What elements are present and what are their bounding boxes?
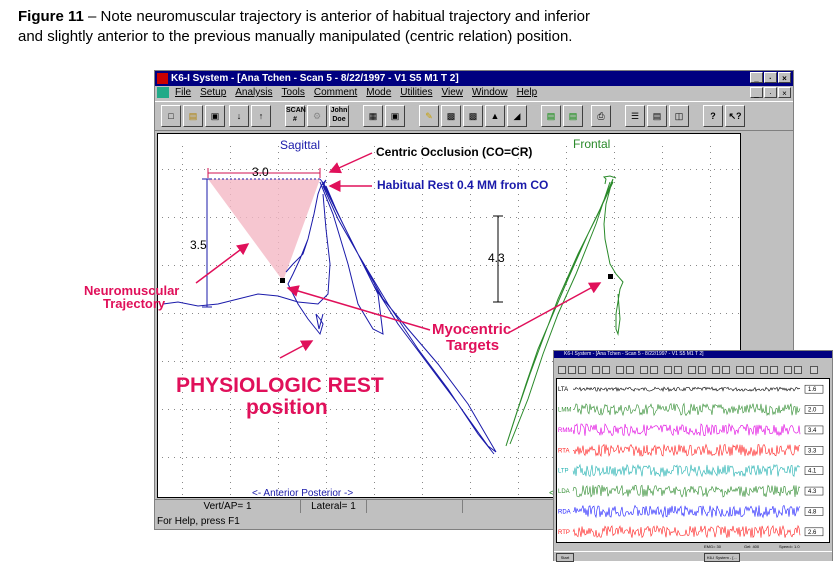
emg-tool-icon[interactable] <box>794 366 802 374</box>
emg-tool-icon[interactable] <box>616 366 624 374</box>
emg-tool-icon[interactable] <box>722 366 730 374</box>
emg-tool-icon[interactable] <box>626 366 634 374</box>
physiologic-rest-arrow <box>279 340 314 359</box>
myocentric-label: Myocentric <box>432 321 512 338</box>
emg-channel-trace <box>572 386 801 392</box>
emg-help-icon[interactable] <box>810 366 818 374</box>
emg-channel-label: RDA <box>558 509 571 515</box>
emg-channel-trace <box>572 443 801 457</box>
emg-channel-label: RTA <box>558 448 569 454</box>
emg-tool-icon[interactable] <box>558 366 566 374</box>
emg-toolbar <box>554 364 832 376</box>
myocentric-arrow-sagittal <box>286 285 431 331</box>
emg-tool-icon[interactable] <box>650 366 658 374</box>
emg-channel-label: LTA <box>558 387 568 393</box>
centric-occlusion-arrow <box>328 152 373 174</box>
neuromuscular-arrow <box>195 243 250 284</box>
emg-channel-label: LTP <box>558 469 569 475</box>
start-button[interactable]: Start <box>556 553 574 562</box>
emg-tool-icon[interactable] <box>602 366 610 374</box>
emg-channel-label: RTP <box>558 530 570 536</box>
habitual-rest-label: Habitual Rest 0.4 MM from CO <box>377 178 549 192</box>
emg-tool-icon[interactable] <box>760 366 768 374</box>
targets-label: Targets <box>446 337 500 354</box>
emg-channel-value: 4.1 <box>808 469 817 475</box>
emg-tool-icon[interactable] <box>578 366 586 374</box>
emg-tool-icon[interactable] <box>736 366 744 374</box>
taskbar-k6-item[interactable]: K6-I System - [... <box>704 553 740 562</box>
emg-channel-value: 3.3 <box>808 448 817 454</box>
emg-channel-trace <box>572 484 801 498</box>
emg-status-emg: EMG= 30 <box>704 544 722 549</box>
emg-tool-icon[interactable] <box>712 366 720 374</box>
centric-occlusion-label: Centric Occlusion (CO=CR) <box>376 145 533 159</box>
emg-tool-icon[interactable] <box>698 366 706 374</box>
emg-tool-icon[interactable] <box>592 366 600 374</box>
emg-channel-value: 2.6 <box>808 530 817 536</box>
emg-channel-trace <box>572 504 801 519</box>
position-label: position <box>246 396 328 419</box>
trajectory-label: Trajectory <box>103 296 166 311</box>
emg-channel-value: 4.8 <box>808 509 817 515</box>
emg-title-bar: K6-I System - [Ana Tchen - Scan 5 - 8/22… <box>554 351 832 358</box>
emg-status-speed: Speed= 1.0 <box>779 544 800 549</box>
emg-channel-label: RMM <box>558 428 572 434</box>
emg-channel-trace <box>572 524 801 539</box>
emg-tool-icon[interactable] <box>640 366 648 374</box>
emg-status-gel: Gel: 400 <box>744 544 760 549</box>
emg-channel-trace <box>572 463 801 478</box>
emg-window: K6-I System - [Ana Tchen - Scan 5 - 8/22… <box>553 350 833 562</box>
myocentric-arrow-frontal <box>509 282 602 333</box>
emg-tool-icon[interactable] <box>568 366 576 374</box>
emg-tool-icon[interactable] <box>770 366 778 374</box>
emg-channel-value: 2.0 <box>808 408 817 414</box>
emg-channel-value: 4.3 <box>808 489 817 495</box>
emg-status-bar: EMG= 30 Gel: 400 Speed= 1.0 <box>554 544 832 550</box>
emg-tool-icon[interactable] <box>688 366 696 374</box>
emg-tool-icon[interactable] <box>664 366 672 374</box>
emg-tool-icon[interactable] <box>674 366 682 374</box>
emg-tool-icon[interactable] <box>746 366 754 374</box>
emg-svg: LTA 1.6 LMM 2.0 RMM 3.4 RTA 3.3 LTP 4.1 LDA 4.3 RDA 4… <box>558 384 824 539</box>
physiologic-rest-label: PHYSIOLOGIC REST <box>176 374 384 397</box>
emg-channel-trace <box>572 422 801 437</box>
emg-plot: LTA 1.6 LMM 2.0 RMM 3.4 RTA 3.3 LTP 4.1 LDA 4.3 RDA 4… <box>556 378 830 543</box>
emg-channel-value: 3.4 <box>808 428 817 434</box>
taskbar: Start K6-I System - [... <box>554 551 832 562</box>
emg-tool-icon[interactable] <box>784 366 792 374</box>
emg-channel-label: LMM <box>558 408 571 414</box>
emg-channel-label: LDA <box>558 489 570 495</box>
emg-channel-value: 1.6 <box>808 387 817 393</box>
emg-channel-trace <box>572 402 801 417</box>
